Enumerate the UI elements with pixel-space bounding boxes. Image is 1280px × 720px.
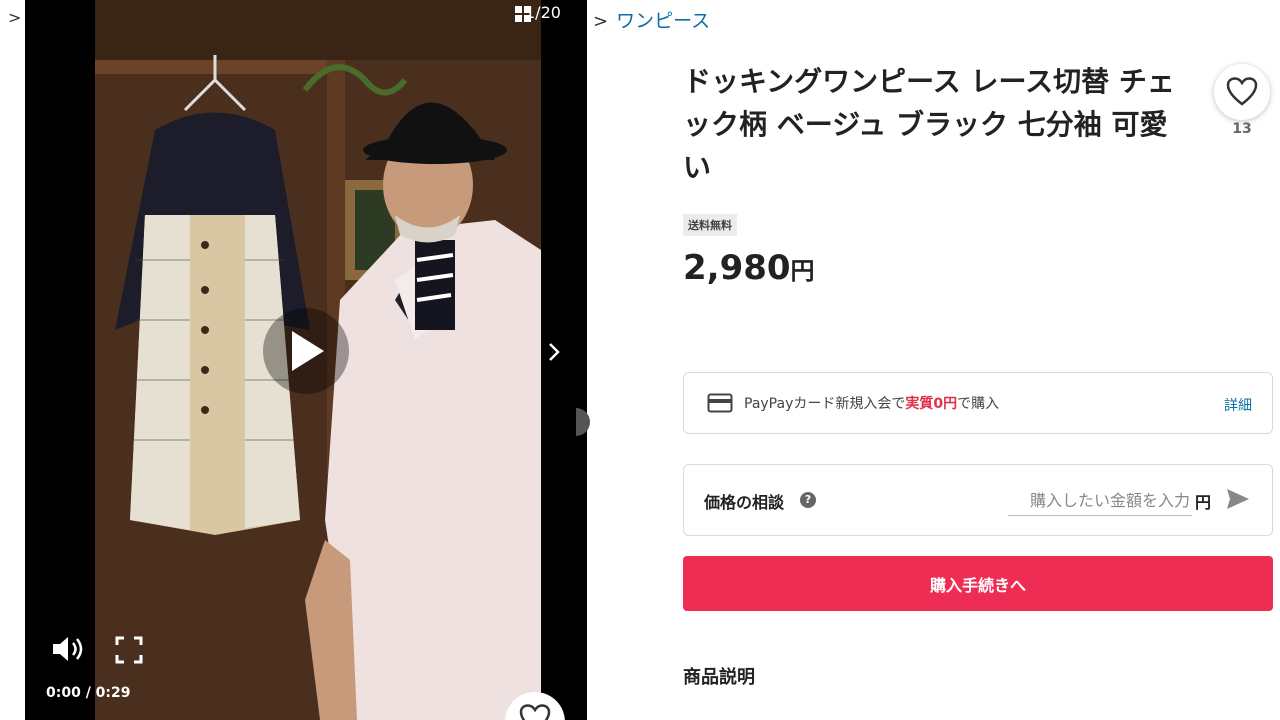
fullscreen-icon[interactable] [115,636,143,664]
video-player[interactable]: 1/20 0:00 / 0:29 [25,0,587,720]
like-button[interactable] [1214,64,1270,120]
paypay-text: PayPayカード新規入会で [744,396,906,412]
play-icon [292,331,324,371]
breadcrumb: > ワンピース [593,6,710,33]
paypay-detail-link[interactable]: 詳細 [1224,395,1252,415]
breadcrumb-separator: > [593,11,609,32]
volume-icon[interactable] [50,633,86,665]
description-heading: 商品説明 [683,667,755,688]
scroll-handle[interactable] [576,408,590,436]
credit-card-icon [707,393,733,413]
paypay-highlight: 実質0円 [905,396,958,412]
paypay-message: PayPayカード新規入会で実質0円で購入 [744,393,999,413]
play-button[interactable] [263,308,349,394]
offer-currency: 円 [1195,493,1212,512]
negotiation-label: 価格の相談 [704,493,785,512]
purchase-button[interactable]: 購入手続きへ [683,556,1273,611]
price-value: 2,980 [683,248,791,288]
media-counter: 1/20 [525,3,561,22]
breadcrumb-separator: > [8,8,22,27]
product-price: 2,980円 [683,248,815,288]
heart-icon [519,704,551,720]
like-count: 13 [1232,121,1252,137]
help-icon[interactable]: ? [800,492,816,508]
offer-amount-input[interactable] [1008,485,1192,516]
send-icon[interactable] [1225,487,1251,511]
heart-icon [1226,77,1258,106]
chevron-right-icon[interactable] [547,340,561,364]
free-shipping-badge: 送料無料 [683,214,737,236]
video-time: 0:00 / 0:29 [46,685,131,701]
product-title: ドッキングワンピース レース切替 チェック柄 ベージュ ブラック 七分袖 可愛い [683,65,1175,184]
paypay-text-after: で購入 [957,396,1000,412]
breadcrumb-category-link[interactable]: ワンピース [616,10,710,32]
paypay-card-banner: PayPayカード新規入会で実質0円で購入 詳細 [683,372,1273,434]
price-negotiation: 価格の相談 ? 円 [683,464,1273,536]
price-unit: 円 [790,257,815,285]
